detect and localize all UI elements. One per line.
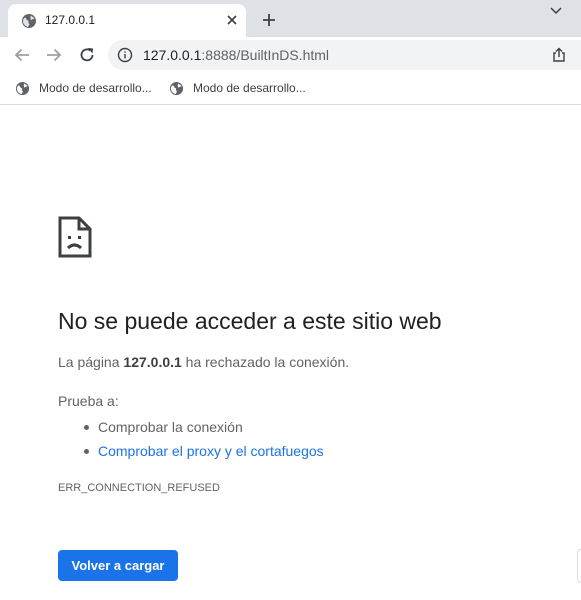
url-path: :8888/BuiltInDS.html bbox=[201, 47, 330, 63]
url-text[interactable]: 127.0.0.1:8888/BuiltInDS.html bbox=[143, 48, 329, 63]
address-bar[interactable]: 127.0.0.1:8888/BuiltInDS.html bbox=[108, 40, 581, 70]
details-button-edge[interactable] bbox=[577, 549, 581, 583]
toolbar: 127.0.0.1:8888/BuiltInDS.html bbox=[0, 37, 581, 73]
bookmark-label: Modo de desarrollo... bbox=[193, 81, 306, 95]
bookmarks-bar: Modo de desarrollo... Modo de desarrollo… bbox=[0, 73, 581, 105]
back-arrow-icon bbox=[14, 48, 29, 62]
tab-title: 127.0.0.1 bbox=[45, 13, 96, 27]
sad-document-icon bbox=[58, 216, 92, 258]
bookmark-item[interactable]: Modo de desarrollo... bbox=[15, 79, 152, 97]
tab-strip: 127.0.0.1 bbox=[0, 0, 581, 37]
error-heading: No se puede acceder a este sitio web bbox=[58, 308, 442, 334]
site-info-icon[interactable] bbox=[117, 47, 133, 63]
forward-button[interactable] bbox=[42, 44, 66, 66]
tab-search-chevron-icon[interactable] bbox=[547, 2, 565, 20]
reload-button[interactable]: Volver a cargar bbox=[58, 550, 178, 581]
plus-icon bbox=[263, 14, 275, 26]
suggestions-list: Comprobar la conexión Comprobar el proxy… bbox=[58, 415, 324, 463]
close-tab-icon[interactable] bbox=[224, 12, 240, 28]
share-icon[interactable] bbox=[551, 47, 567, 63]
globe-icon bbox=[15, 81, 30, 96]
new-tab-button[interactable] bbox=[258, 9, 280, 31]
try-label: Prueba a: bbox=[58, 393, 119, 409]
url-host: 127.0.0.1 bbox=[143, 47, 202, 63]
error-message: La página 127.0.0.1 ha rechazado la cone… bbox=[58, 353, 349, 371]
message-prefix: La página bbox=[58, 354, 124, 370]
reload-toolbar-button[interactable] bbox=[75, 44, 99, 66]
refresh-icon bbox=[80, 48, 94, 62]
suggestion-check-connection: Comprobar la conexión bbox=[58, 415, 324, 439]
bookmark-label: Modo de desarrollo... bbox=[39, 81, 152, 95]
bookmark-item[interactable]: Modo de desarrollo... bbox=[169, 79, 306, 97]
globe-icon bbox=[169, 81, 184, 96]
error-code: ERR_CONNECTION_REFUSED bbox=[58, 482, 220, 494]
message-host: 127.0.0.1 bbox=[123, 354, 182, 370]
message-suffix: ha rechazado la conexión. bbox=[181, 354, 350, 370]
suggestion-check-proxy-link[interactable]: Comprobar el proxy y el cortafuegos bbox=[58, 439, 324, 463]
tab-active[interactable]: 127.0.0.1 bbox=[8, 4, 246, 37]
back-button[interactable] bbox=[10, 44, 34, 66]
forward-arrow-icon bbox=[47, 48, 62, 62]
globe-icon bbox=[21, 13, 37, 29]
